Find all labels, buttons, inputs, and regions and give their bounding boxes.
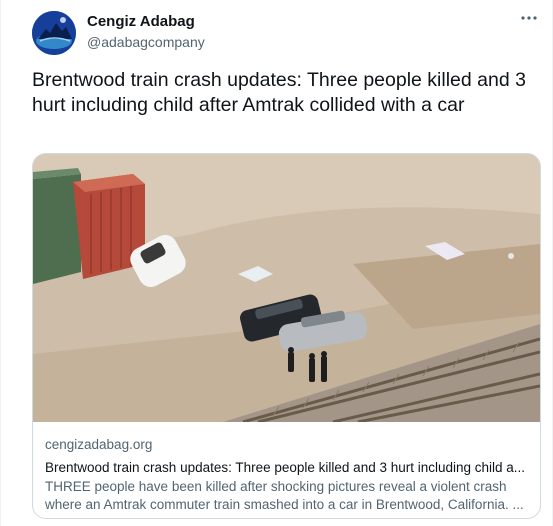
card-domain: cengizadabag.org: [45, 437, 153, 452]
tweet: Cengiz Adabag @adabagcompany Brentwood t…: [0, 0, 553, 526]
card-title: Brentwood train crash updates: Three peo…: [45, 460, 526, 475]
avatar-image: [32, 11, 76, 55]
more-options-icon[interactable]: [518, 10, 540, 30]
card-description: THREE people have been killed after shoc…: [45, 479, 524, 512]
card-body: cengizadabag.org Brentwood train crash u…: [45, 436, 529, 514]
link-card[interactable]: cengizadabag.org Brentwood train crash u…: [32, 153, 541, 519]
card-image: [33, 154, 540, 422]
tweet-text: Brentwood train crash updates: Three peo…: [32, 69, 526, 116]
user-handle[interactable]: @adabagcompany: [87, 34, 205, 50]
avatar[interactable]: [32, 11, 76, 55]
display-name[interactable]: Cengiz Adabag: [87, 13, 195, 30]
